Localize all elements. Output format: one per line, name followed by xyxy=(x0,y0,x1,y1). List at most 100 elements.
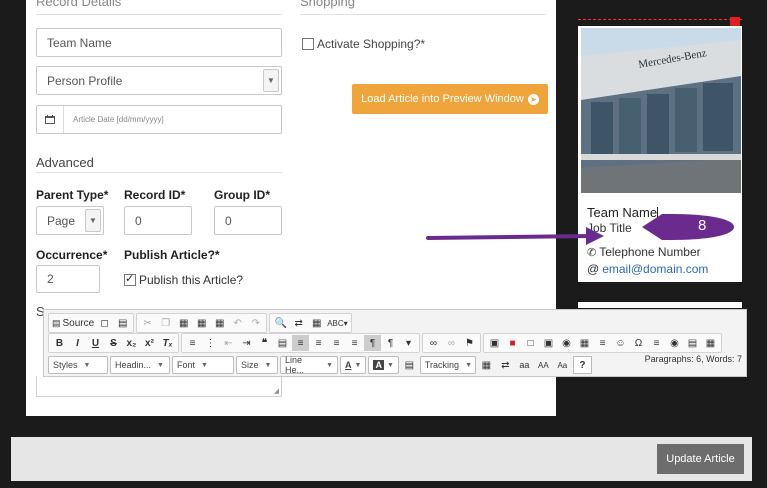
find-icon[interactable]: 🔍 xyxy=(272,315,289,331)
special-char-icon[interactable]: Ω xyxy=(630,335,647,351)
font-dropdown[interactable]: Font ▼ xyxy=(172,356,234,374)
record-id-field[interactable]: 0 xyxy=(124,206,192,235)
justify-icon[interactable]: ≡ xyxy=(346,335,363,351)
capitalize-button[interactable]: Aa xyxy=(554,357,571,373)
parent-type-select[interactable]: Page ▼ xyxy=(36,206,104,235)
remove-format-button[interactable]: Tₓ xyxy=(159,335,176,351)
background-color-icon: A xyxy=(373,360,384,370)
replace-icon[interactable]: ⇄ xyxy=(290,315,307,331)
paste-text-icon[interactable]: ▦ xyxy=(193,315,210,331)
align-center-icon[interactable]: ≡ xyxy=(310,335,327,351)
select-all-icon[interactable]: ▦ xyxy=(308,315,325,331)
language-icon[interactable]: ▾ xyxy=(400,335,417,351)
underline-button[interactable]: U xyxy=(87,335,104,351)
subscript-button[interactable]: x₂ xyxy=(123,335,140,351)
paste-icon[interactable]: ▦ xyxy=(175,315,192,331)
group-id-value: 0 xyxy=(225,213,232,228)
redo-icon[interactable]: ↷ xyxy=(247,315,264,331)
activate-shopping-checkbox[interactable]: Activate Shopping?* xyxy=(302,37,425,51)
page-break-icon[interactable]: ≡ xyxy=(648,335,665,351)
team-name-field[interactable]: Team Name xyxy=(36,28,282,57)
load-article-button[interactable]: Load Article into Preview Window ➤ xyxy=(352,84,548,114)
table-icon[interactable]: ▦ xyxy=(576,335,593,351)
preview-card-next xyxy=(578,302,742,308)
outdent-icon[interactable]: ⇤ xyxy=(220,335,237,351)
step-number-badge: 8 xyxy=(698,217,707,234)
ltr-icon[interactable]: ¶ xyxy=(364,335,381,351)
snippet-icon[interactable]: ▦ xyxy=(702,335,719,351)
record-id-value: 0 xyxy=(135,213,142,228)
widget-icon[interactable]: ◉ xyxy=(666,335,683,351)
background-color-button[interactable]: A ▼ xyxy=(368,356,399,374)
rtl-icon[interactable]: ¶ xyxy=(382,335,399,351)
preview-icon[interactable]: ▤ xyxy=(114,315,131,331)
lowercase-button[interactable]: aa xyxy=(516,357,533,373)
preview-email-link[interactable]: email@domain.com xyxy=(602,262,708,276)
chevron-down-icon: ▼ xyxy=(326,361,333,369)
copy-icon[interactable]: ❐ xyxy=(157,315,174,331)
preview-email[interactable]: @ email@domain.com xyxy=(587,262,708,276)
horizontal-rule-icon[interactable]: ≡ xyxy=(594,335,611,351)
image-icon[interactable]: ▣ xyxy=(486,335,503,351)
transform-case-icon[interactable]: ⇄ xyxy=(497,357,514,373)
flash-icon[interactable]: ■ xyxy=(504,335,521,351)
occurrence-value: 2 xyxy=(47,272,54,286)
strike-button[interactable]: S xyxy=(105,335,122,351)
undo-icon[interactable]: ↶ xyxy=(229,315,246,331)
copy-format-icon[interactable]: ▤ xyxy=(401,357,418,373)
bold-button[interactable]: B xyxy=(51,335,68,351)
chevron-down-icon: ▼ xyxy=(157,361,164,369)
source-icon: ▤ xyxy=(52,317,61,328)
bulleted-list-icon[interactable]: ⋮ xyxy=(202,335,219,351)
update-article-button[interactable]: Update Article xyxy=(657,444,744,474)
line-height-dropdown[interactable]: Line He... ▼ xyxy=(280,355,338,375)
divider xyxy=(36,172,282,173)
spellcheck-button[interactable]: ABC ▾ xyxy=(326,315,348,331)
numbered-list-icon[interactable]: ≡ xyxy=(184,335,201,351)
cut-icon[interactable]: ✂ xyxy=(139,315,156,331)
chevron-down-icon: ▼ xyxy=(201,361,208,369)
resize-handle-icon[interactable]: ◢ xyxy=(274,387,279,395)
editor-body[interactable]: ◢ xyxy=(36,376,282,397)
dealership-photo: Mercedes-Benz xyxy=(581,28,741,193)
toolbar-group-paragraph: ≡ ⋮ ⇤ ⇥ ❝ ▤ ≡ ≡ ≡ ≡ ¶ ¶ ▾ xyxy=(181,333,420,353)
person-profile-select[interactable]: Person Profile ▼ xyxy=(36,66,282,95)
italic-button[interactable]: I xyxy=(69,335,86,351)
chevron-down-icon: ▼ xyxy=(83,361,91,369)
media-icon[interactable]: ▣ xyxy=(540,335,557,351)
template-icon[interactable]: ▤ xyxy=(684,335,701,351)
uppercase-button[interactable]: AA xyxy=(535,357,552,373)
smiley-icon[interactable]: ☺ xyxy=(612,335,629,351)
styles-dropdown[interactable]: Styles ▼ xyxy=(48,356,108,374)
new-page-icon[interactable]: ◻ xyxy=(96,315,113,331)
chevron-down-icon: ▼ xyxy=(263,69,279,92)
toolbar-group-clipboard: ✂ ❐ ▦ ▦ ▦ ↶ ↷ xyxy=(136,313,268,333)
paste-word-icon[interactable]: ▦ xyxy=(211,315,228,331)
link-icon[interactable]: ∞ xyxy=(425,335,442,351)
indent-icon[interactable]: ⇥ xyxy=(238,335,255,351)
occurrence-field[interactable]: 2 xyxy=(36,265,100,293)
shopping-heading: Shopping xyxy=(300,0,355,9)
group-id-field[interactable]: 0 xyxy=(214,206,282,235)
maximize-icon[interactable]: ▦ xyxy=(478,357,495,373)
video-icon[interactable]: ◉ xyxy=(558,335,575,351)
editor-toolbar: ▤ Source ◻ ▤ ✂ ❐ ▦ ▦ ▦ ↶ ↷ 🔍 ⇄ ▦ ABC ▾ B … xyxy=(43,309,747,377)
source-button[interactable]: ▤ Source xyxy=(51,315,95,331)
text-color-button[interactable]: A ▼ xyxy=(340,356,367,374)
advanced-heading: Advanced xyxy=(36,155,94,170)
iframe-icon[interactable]: □ xyxy=(522,335,539,351)
anchor-icon[interactable]: ⚑ xyxy=(461,335,478,351)
div-container-icon[interactable]: ▤ xyxy=(274,335,291,351)
align-right-icon[interactable]: ≡ xyxy=(328,335,345,351)
align-left-icon[interactable]: ≡ xyxy=(292,335,309,351)
superscript-button[interactable]: x² xyxy=(141,335,158,351)
publish-checkbox[interactable]: Publish this Article? xyxy=(124,272,243,287)
size-dropdown[interactable]: Size ▼ xyxy=(236,356,278,374)
article-date-field[interactable]: Article Date [dd/mm/yyyy] xyxy=(36,105,282,134)
unlink-icon[interactable]: ∞ xyxy=(443,335,460,351)
blockquote-icon[interactable]: ❝ xyxy=(256,335,273,351)
tracking-dropdown[interactable]: Tracking ▼ xyxy=(419,356,476,374)
help-button[interactable]: ? xyxy=(572,356,592,374)
size-label: Size xyxy=(241,360,259,370)
heading-dropdown[interactable]: Headin... ▼ xyxy=(110,356,170,374)
